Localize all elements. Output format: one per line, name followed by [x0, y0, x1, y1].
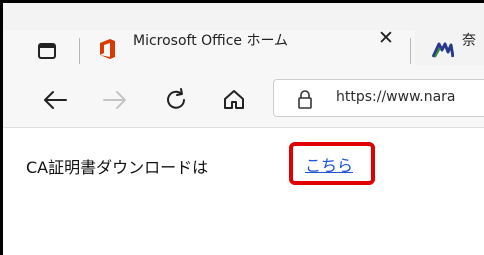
download-link[interactable]: こちら — [305, 152, 353, 176]
ca-download-text: CA証明書ダウンロードは — [26, 158, 209, 177]
tab-title[interactable]: Microsoft Office ホーム — [133, 30, 288, 50]
tab-separator — [79, 38, 80, 64]
office-logo-icon — [100, 39, 115, 59]
refresh-icon[interactable] — [163, 87, 189, 113]
arrow-left-icon[interactable] — [42, 88, 68, 112]
tab-separator-2 — [410, 38, 411, 64]
tab-close-button[interactable]: ✕ — [375, 27, 397, 49]
arrow-right-icon[interactable] — [102, 88, 128, 112]
home-icon[interactable] — [222, 88, 246, 112]
lock-icon[interactable] — [296, 90, 314, 110]
page-content — [3, 128, 484, 255]
url-text[interactable]: https://www.nara — [336, 89, 456, 105]
nara-logo-icon — [432, 42, 454, 58]
tab-title-2[interactable]: 奈 — [462, 30, 476, 50]
tab-actions-icon[interactable] — [36, 40, 58, 62]
